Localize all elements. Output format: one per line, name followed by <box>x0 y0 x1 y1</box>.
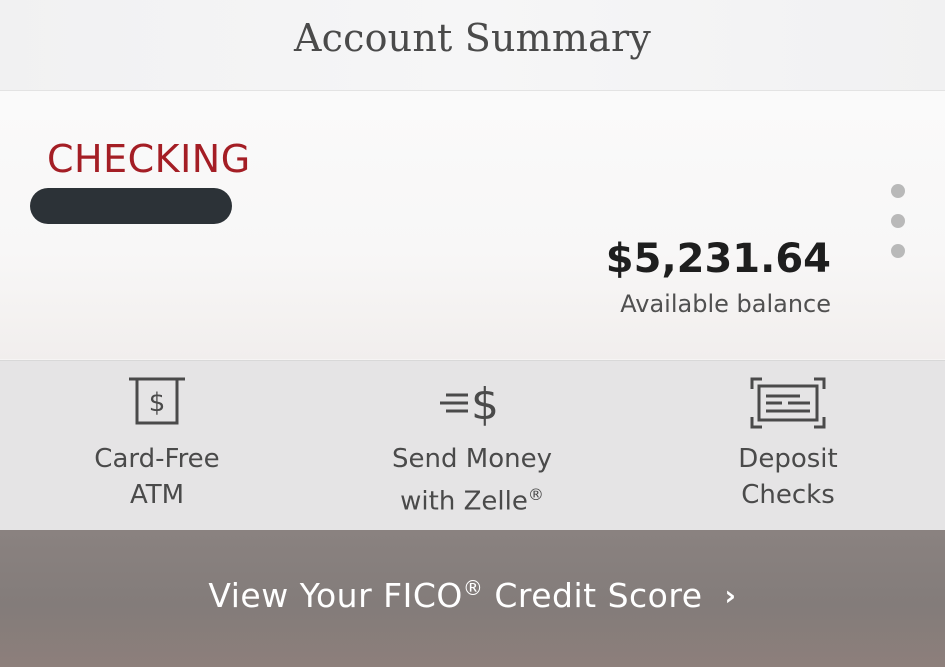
chevron-right-icon: › <box>724 579 737 612</box>
svg-text:$: $ <box>471 379 499 430</box>
page-title: Account Summary <box>293 16 652 60</box>
fico-banner-text: View Your FICO® Credit Score › <box>208 576 737 615</box>
balance-label: Available balance <box>620 290 831 318</box>
action-label: Card-Free ATM <box>94 444 220 510</box>
send-money-zelle-button[interactable]: $ Send Money with Zelle® <box>347 361 597 531</box>
action-label: Deposit Checks <box>738 444 838 510</box>
account-name: CHECKING <box>47 137 251 181</box>
card-free-atm-button[interactable]: $ Card-Free ATM <box>32 361 282 531</box>
balance-amount: $5,231.64 <box>605 236 831 282</box>
atm-dollar-icon: $ <box>129 377 185 425</box>
checking-account-card[interactable]: CHECKING $5,231.64 Available balance <box>0 91 945 359</box>
send-money-icon: $ <box>440 379 499 430</box>
fico-credit-score-banner[interactable]: View Your FICO® Credit Score › <box>0 530 945 667</box>
more-dot <box>891 214 905 228</box>
quick-actions-bar: $ Card-Free ATM $ Send Money with Zelle® <box>0 360 945 531</box>
action-label: Send Money with Zelle® <box>392 444 552 517</box>
deposit-checks-button[interactable]: Deposit Checks <box>663 361 913 531</box>
more-dot <box>891 184 905 198</box>
account-number-redacted <box>30 188 232 224</box>
deposit-check-icon <box>750 377 826 429</box>
header-bar: Account Summary <box>0 0 945 91</box>
more-dot <box>891 244 905 258</box>
more-options-icon[interactable] <box>888 184 908 264</box>
svg-text:$: $ <box>149 388 166 418</box>
